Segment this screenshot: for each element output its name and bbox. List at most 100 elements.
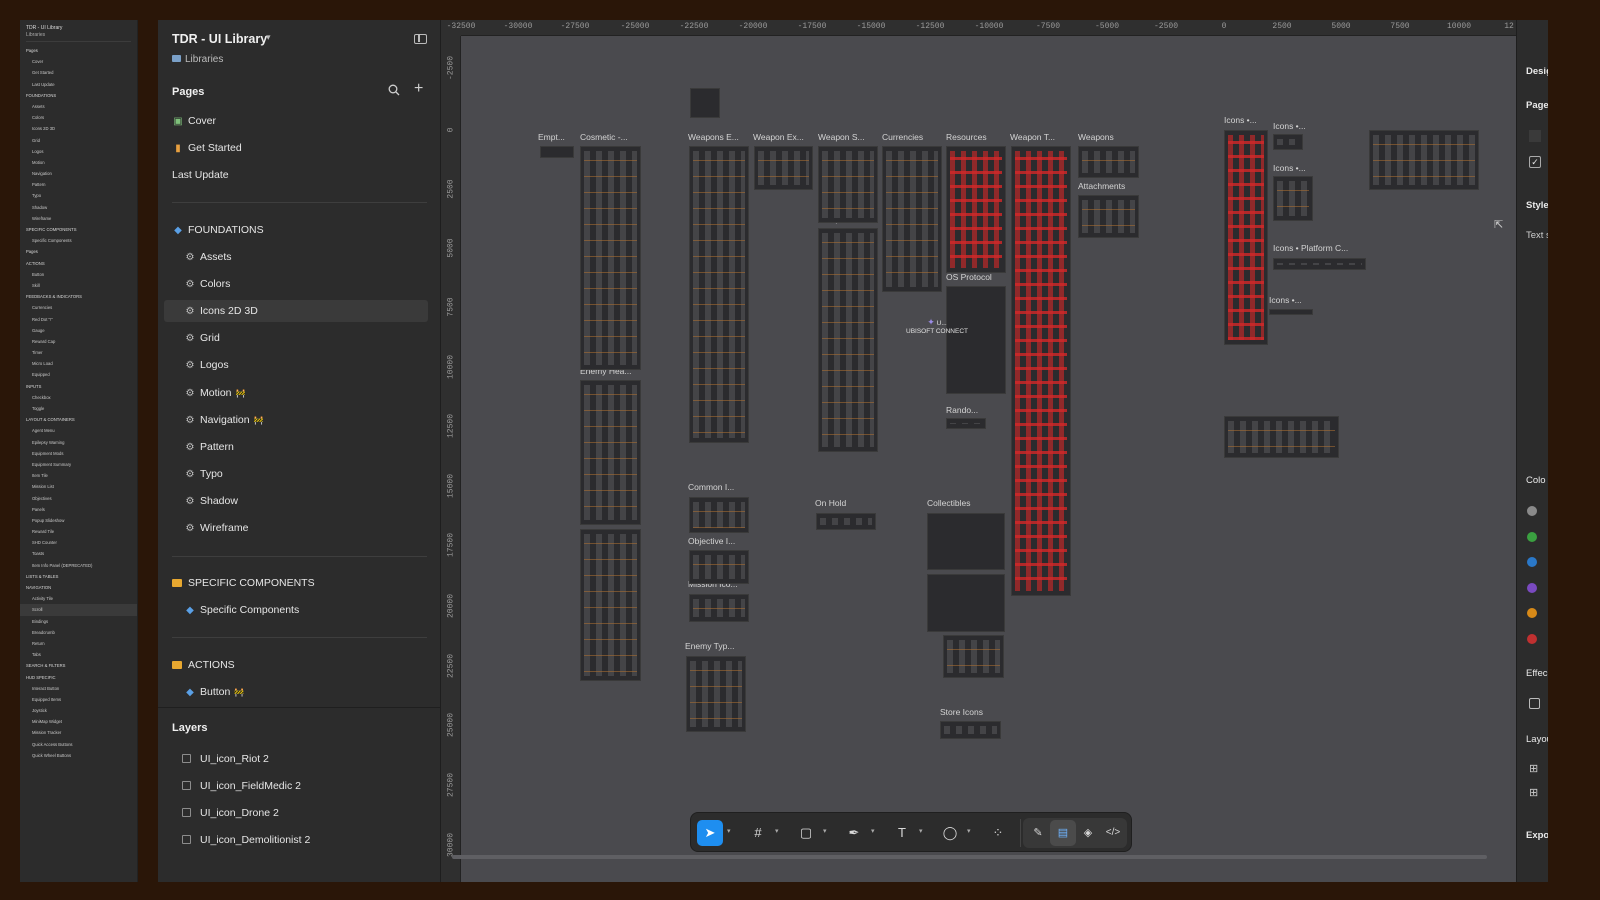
page-item-wireframe[interactable]: ⚙ Wireframe [164, 517, 428, 539]
canvas-frame[interactable] [689, 146, 749, 443]
page-item-get-started[interactable]: ▮ Get Started [164, 137, 428, 159]
grid-style-icon[interactable]: ⊞ [1529, 786, 1538, 799]
canvas-frame[interactable] [1269, 309, 1313, 315]
layer-item[interactable]: UI_icon_Riot 2 [182, 753, 269, 765]
mini-row[interactable]: Return [20, 638, 137, 649]
chevron-down-icon[interactable]: ▾ [967, 827, 971, 835]
frame-label[interactable]: Icons •... [1224, 115, 1257, 125]
mini-row[interactable]: Checkbox [20, 392, 137, 403]
mini-row[interactable]: Toasts [20, 548, 137, 559]
layer-item[interactable]: UI_icon_Drone 2 [182, 807, 279, 819]
grid-style-icon[interactable]: ⊞ [1529, 762, 1538, 775]
mini-row[interactable]: Pages [20, 45, 137, 56]
mini-row[interactable]: Micro Load [20, 358, 137, 369]
mini-row[interactable]: Wireframe [20, 213, 137, 224]
frame-label[interactable]: Icons • Platform C... [1273, 243, 1348, 253]
mini-row[interactable]: Equipped [20, 369, 137, 380]
mini-row[interactable]: Equipment Summary [20, 459, 137, 470]
color-swatch[interactable] [1527, 633, 1537, 644]
section-foundations[interactable]: ◆ FOUNDATIONS [164, 219, 428, 241]
page-item-last-update[interactable]: Last Update [164, 164, 428, 186]
canvas-frame[interactable] [754, 146, 813, 190]
frame-label[interactable]: Objective I... [688, 536, 735, 546]
page-item-cover[interactable]: ▣ Cover [164, 110, 428, 132]
mini-row[interactable]: Skill [20, 280, 137, 291]
page-item-assets[interactable]: ⚙ Assets [164, 246, 428, 268]
page-item-navigation[interactable]: ⚙ Navigation 🚧 [164, 409, 428, 431]
file-title[interactable]: TDR - UI Library [172, 32, 267, 46]
canvas-frame[interactable] [946, 286, 1006, 394]
mini-row[interactable]: Reward Cap [20, 336, 137, 347]
mini-row[interactable]: Mission Tracker [20, 727, 137, 738]
effect-style-icon[interactable] [1529, 698, 1540, 709]
canvas-frame[interactable] [946, 146, 1006, 273]
mini-row[interactable]: Toggle [20, 403, 137, 414]
mini-row[interactable]: FEEDBACKS & INDICATORS [20, 291, 137, 302]
frame-label[interactable]: Cosmetic -... [580, 132, 628, 142]
canvas-frame[interactable] [1011, 146, 1071, 596]
canvas-frame[interactable] [1078, 146, 1139, 178]
mini-row[interactable]: Joystick [20, 705, 137, 716]
frame-label[interactable]: Icons •... [1273, 163, 1306, 173]
mini-row[interactable]: Specific Components [20, 235, 137, 246]
mini-row[interactable]: LAYOUT & CONTAINERS [20, 414, 137, 425]
canvas-frame[interactable] [689, 497, 749, 533]
page-item-pattern[interactable]: ⚙ Pattern [164, 436, 428, 458]
mini-row[interactable]: NAVIGATION [20, 582, 137, 593]
mini-row[interactable]: Last Update [20, 79, 137, 90]
mini-row[interactable]: Pattern [20, 179, 137, 190]
canvas-frame[interactable] [818, 228, 878, 452]
frame-label[interactable]: Weapon T... [1010, 132, 1055, 142]
mini-row[interactable]: Gauge [20, 325, 137, 336]
component-mode-icon[interactable]: ◈ [1075, 820, 1101, 846]
mini-row[interactable]: Motion [20, 157, 137, 168]
chevron-down-icon[interactable]: ▾ [775, 827, 779, 835]
design-canvas[interactable]: -32500 -30000 -27500 -25000 -22500 -20000 -175… [441, 20, 1516, 882]
chevron-down-icon[interactable]: ▾ [871, 827, 875, 835]
chevron-down-icon[interactable]: ▾ [727, 827, 731, 835]
frame-label[interactable]: Weapon Ex... [753, 132, 804, 142]
mini-row[interactable]: ACTIONS [20, 258, 137, 269]
color-swatch[interactable] [1527, 582, 1537, 593]
frame-label[interactable]: Rando... [946, 405, 978, 415]
frame-label[interactable]: Empt... [538, 132, 565, 142]
canvas-frame[interactable] [1224, 130, 1268, 345]
mini-row[interactable]: Reward Tile [20, 526, 137, 537]
color-swatch[interactable] [1527, 608, 1537, 618]
mini-row[interactable]: Objectives [20, 493, 137, 504]
page-item-typo[interactable]: ⚙ Typo [164, 463, 428, 485]
canvas-frame[interactable] [1369, 130, 1479, 190]
layer-item[interactable]: UI_icon_Demolitionist 2 [182, 834, 310, 846]
mini-row[interactable]: SPECIFIC COMPONENTS [20, 224, 137, 235]
mini-row[interactable]: Red Dot "!" [20, 314, 137, 325]
mini-row[interactable]: Typo [20, 190, 137, 201]
mini-row[interactable]: Currencies [20, 302, 137, 313]
checkbox-icon[interactable]: ✓ [1529, 156, 1541, 168]
color-swatch[interactable] [1527, 531, 1537, 542]
frame-label[interactable]: Collectibles [927, 498, 970, 508]
frame-label[interactable]: Icons •... [1273, 121, 1306, 131]
page-item-shadow[interactable]: ⚙ Shadow [164, 490, 428, 512]
components-icon[interactable]: ⁘ [985, 820, 1011, 846]
frame-label[interactable]: On Hold [815, 498, 846, 508]
frame-label[interactable]: Currencies [882, 132, 923, 142]
section-actions[interactable]: ACTIONS [164, 654, 428, 676]
mini-row[interactable]: INPUTS [20, 381, 137, 392]
color-swatch[interactable] [1527, 506, 1537, 516]
canvas-frame[interactable] [1078, 195, 1139, 238]
canvas-frame[interactable] [580, 146, 641, 370]
canvas-frame[interactable] [690, 88, 720, 118]
mini-row[interactable]: Get Started [20, 67, 137, 78]
page-item-logos[interactable]: ⚙ Logos [164, 354, 428, 376]
chevron-down-icon[interactable]: ▾ [266, 32, 271, 43]
mini-row[interactable]: Assets [20, 101, 137, 112]
mini-row[interactable]: Timer [20, 347, 137, 358]
page-color-swatch[interactable] [1529, 130, 1541, 142]
mini-row[interactable]: HUD SPECIFIC [20, 672, 137, 683]
mini-row[interactable]: Scroll [20, 604, 137, 616]
design-tab[interactable]: Desig [1526, 66, 1548, 77]
canvas-frame[interactable] [940, 721, 1001, 739]
mini-row[interactable]: Popup Slideshow [20, 515, 137, 526]
mini-row[interactable]: Panels [20, 504, 137, 515]
mini-row[interactable]: Breadcrumb [20, 627, 137, 638]
